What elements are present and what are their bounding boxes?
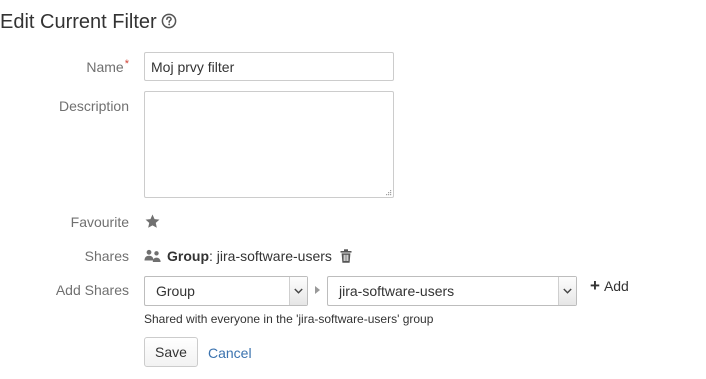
cancel-link[interactable]: Cancel: [208, 344, 252, 362]
favourite-label: Favourite: [70, 214, 129, 230]
add-shares-label: Add Shares: [55, 282, 129, 298]
required-marker: *: [124, 58, 129, 70]
add-share-label: Add: [603, 278, 629, 294]
group-select-value: jira-software-users: [339, 283, 455, 299]
description-textarea[interactable]: [144, 91, 394, 198]
page-title-text: Edit Current Filter: [0, 11, 157, 33]
chevron-down-icon: [563, 288, 572, 294]
share-type-dropdown-toggle[interactable]: [289, 277, 307, 305]
save-button[interactable]: Save: [144, 337, 198, 367]
share-type-select-value: Group: [156, 283, 195, 299]
share-hint: Shared with everyone in the 'jira-softwa…: [144, 312, 434, 326]
group-select[interactable]: jira-software-users: [327, 276, 577, 306]
name-input[interactable]: [144, 52, 394, 81]
plus-icon: +: [590, 276, 600, 295]
share-separator: :: [209, 248, 213, 264]
share-type-select[interactable]: Group: [144, 276, 308, 306]
share-entry: Group: jira-software-users: [144, 247, 352, 265]
trash-icon[interactable]: [340, 249, 352, 263]
chevron-down-icon: [294, 288, 303, 294]
share-type: Group: [167, 248, 209, 264]
share-value: jira-software-users: [216, 248, 332, 264]
name-label-text: Name: [86, 59, 124, 75]
name-label: Name*: [0, 58, 129, 76]
shares-label: Shares: [84, 248, 129, 264]
add-share-button[interactable]: + Add: [590, 277, 629, 295]
question-circle-icon[interactable]: [161, 11, 177, 35]
description-label: Description: [58, 98, 129, 114]
caret-right-icon: [315, 286, 320, 294]
description-field-wrapper: [144, 91, 394, 198]
page-title: Edit Current Filter: [0, 10, 177, 35]
resize-grip-icon[interactable]: [385, 189, 392, 196]
star-icon[interactable]: [144, 213, 161, 230]
group-icon: [144, 249, 161, 262]
group-dropdown-toggle[interactable]: [558, 277, 576, 305]
